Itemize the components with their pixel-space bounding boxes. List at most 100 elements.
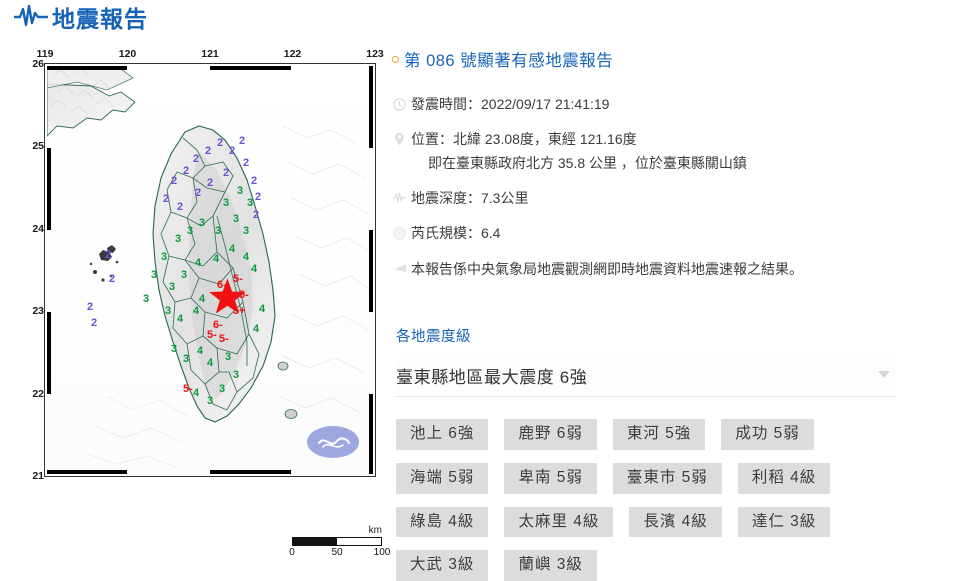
svg-text:4: 4 xyxy=(193,387,200,399)
svg-text:4: 4 xyxy=(193,305,200,317)
svg-text:3: 3 xyxy=(233,213,239,225)
svg-text:2: 2 xyxy=(109,273,115,285)
svg-text:3: 3 xyxy=(207,395,213,407)
report-title: 第 086 號顯著有感地震報告 xyxy=(404,52,614,70)
seismograph-icon xyxy=(392,189,407,207)
svg-text:3: 3 xyxy=(175,233,181,245)
magnitude-text: 芮氏規模：6.4 xyxy=(411,223,952,243)
y-tick: 23 xyxy=(32,305,44,318)
scale-tick-labels: 0 50 100 xyxy=(289,547,390,560)
svg-text:2: 2 xyxy=(105,249,111,261)
map-canvas[interactable]: 5- 6- 5- 5+ 6- 5- 5- 5- 4 4 4 4 4 3 3 3 xyxy=(44,63,376,477)
map-pin-icon xyxy=(392,130,407,148)
magnitude-label: 芮氏規模： xyxy=(411,225,481,242)
origin-time-text: 發震時間：2022/09/17 21:41:19 xyxy=(411,94,952,114)
svg-text:4: 4 xyxy=(177,313,184,325)
region-intensity-select[interactable]: 臺東縣地區最大震度 6強 xyxy=(396,359,896,397)
map-border-segment xyxy=(210,66,291,70)
svg-text:2: 2 xyxy=(207,177,213,189)
svg-text:4: 4 xyxy=(251,263,258,275)
x-tick: 123 xyxy=(366,48,384,60)
svg-text:2: 2 xyxy=(183,165,189,177)
svg-text:3: 3 xyxy=(169,281,175,293)
cwb-logo-watermark xyxy=(307,426,359,458)
svg-text:4: 4 xyxy=(195,257,202,269)
svg-text:2: 2 xyxy=(251,175,257,187)
svg-text:3: 3 xyxy=(237,185,243,197)
svg-text:5-: 5- xyxy=(233,273,243,285)
svg-text:4: 4 xyxy=(259,303,266,315)
y-tick: 21 xyxy=(32,470,44,482)
svg-text:2: 2 xyxy=(217,137,223,149)
svg-text:2: 2 xyxy=(223,167,229,179)
origin-time-value: 2022/09/17 21:41:19 xyxy=(481,96,610,113)
intensity-section-label: 各地震度級 xyxy=(396,329,471,345)
svg-text:4: 4 xyxy=(197,345,204,357)
scale-tick: 100 xyxy=(373,547,391,558)
svg-text:2: 2 xyxy=(195,187,201,199)
svg-text:2: 2 xyxy=(239,135,245,147)
scale-unit-label: km xyxy=(368,525,382,536)
svg-text:2: 2 xyxy=(243,157,249,169)
svg-text:3: 3 xyxy=(215,225,221,237)
map-graphics: 5- 6- 5- 5+ 6- 5- 5- 5- 4 4 4 4 4 3 3 3 xyxy=(47,66,373,474)
svg-text:2: 2 xyxy=(171,175,177,187)
svg-text:6-: 6- xyxy=(217,279,227,291)
svg-text:5+: 5+ xyxy=(233,305,246,317)
map-border-segment xyxy=(369,230,373,312)
x-tick: 122 xyxy=(283,48,302,60)
svg-text:4: 4 xyxy=(229,243,236,255)
svg-text:5-: 5- xyxy=(207,329,217,341)
svg-text:3: 3 xyxy=(247,197,253,209)
y-tick: 22 xyxy=(32,387,44,400)
svg-text:5-: 5- xyxy=(239,289,249,301)
svg-text:2: 2 xyxy=(87,301,93,313)
svg-text:3: 3 xyxy=(219,383,225,395)
origin-time-label: 發震時間： xyxy=(411,96,481,113)
region-intensity-selected-value: 臺東縣地區最大震度 6強 xyxy=(396,368,588,387)
intensity-badge: 東河 5強 xyxy=(612,419,706,450)
scale-tick: 0 xyxy=(289,547,295,558)
svg-text:4: 4 xyxy=(207,357,214,369)
map-border-segment xyxy=(369,66,373,148)
y-tick: 26 xyxy=(32,58,44,70)
intensity-badge: 池上 6強 xyxy=(396,419,489,450)
intensity-badge: 太麻里 4級 xyxy=(504,506,614,538)
intensity-badge: 海端 5弱 xyxy=(396,462,489,494)
svg-text:2: 2 xyxy=(229,145,235,157)
earthquake-map-panel: 119 120 121 122 123 26 25 24 23 22 21 5-… xyxy=(10,48,390,558)
megaphone-icon xyxy=(392,260,407,278)
svg-text:2: 2 xyxy=(253,209,259,221)
depth-label: 地震深度： xyxy=(411,190,481,207)
svg-text:3: 3 xyxy=(225,351,231,363)
intensity-badge: 成功 5弱 xyxy=(721,419,814,450)
page-title: 地震報告 xyxy=(52,6,148,32)
source-note-row: 本報告係中央氣象局地震觀測網即時地震資料地震速報之結果。 xyxy=(392,259,952,279)
intensity-badge: 卑南 5弱 xyxy=(504,462,597,494)
intensity-badge: 大武 3級 xyxy=(396,550,489,581)
report-info-panel: 第 086 號顯著有感地震報告 發震時間：2022/09/17 21:41:19… xyxy=(392,52,952,294)
svg-text:3: 3 xyxy=(223,197,229,209)
depth-text: 地震深度：7.3公里 xyxy=(411,188,952,208)
x-tick: 121 xyxy=(201,48,219,60)
svg-text:3: 3 xyxy=(151,269,157,281)
svg-text:3: 3 xyxy=(233,369,239,381)
svg-text:3: 3 xyxy=(199,217,205,229)
svg-text:3: 3 xyxy=(171,343,177,355)
svg-text:2: 2 xyxy=(255,191,261,203)
clock-icon xyxy=(392,95,407,113)
map-border-segment xyxy=(210,470,291,474)
svg-text:3: 3 xyxy=(161,251,167,263)
x-tick: 120 xyxy=(118,48,137,60)
intensity-badge: 利稻 4級 xyxy=(737,462,831,494)
magnitude-value: 6.4 xyxy=(481,225,501,242)
svg-text:3: 3 xyxy=(143,293,149,305)
svg-text:4: 4 xyxy=(253,323,260,335)
chevron-down-icon[interactable] xyxy=(878,371,890,378)
map-border-segment xyxy=(47,66,127,70)
y-tick: 24 xyxy=(32,222,44,235)
svg-text:3: 3 xyxy=(181,269,187,281)
map-border-segment xyxy=(47,148,51,230)
depth-value: 7.3公里 xyxy=(481,190,529,207)
intensity-badge: 長濱 4級 xyxy=(629,506,722,538)
